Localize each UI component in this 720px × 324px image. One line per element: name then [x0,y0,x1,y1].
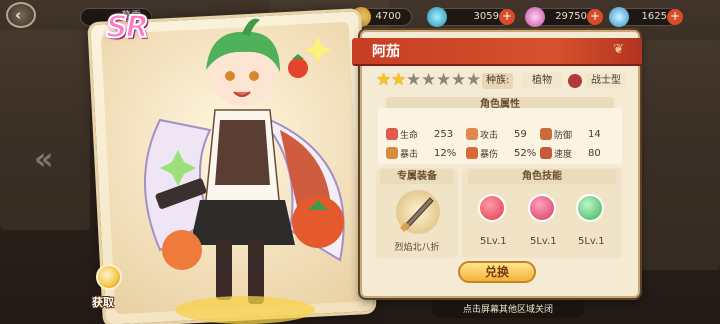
attr-defense: 防御 14 [540,128,620,142]
star-empty-icon: ★ [436,70,452,90]
crystal-icon [609,7,629,27]
star-filled-icon: ★ [376,70,392,90]
resource-value: 3059 [473,11,499,22]
crit-damage-icon [466,147,478,159]
ornament-icon: ❦ [613,42,624,57]
skill-heal-icon[interactable] [576,194,604,222]
star-empty-icon: ★ [421,70,437,90]
add-gem-button[interactable]: + [587,9,603,25]
hero-type: 战士型 [586,73,626,89]
resource-value: 4700 [375,11,401,22]
skill-level: 5Lv.1 [480,236,507,247]
obtain-label: 获取 [92,296,114,309]
back-arrow-icon: ‹ [15,6,22,24]
hero-name: 阿茄 [372,44,400,60]
skill-gift-icon[interactable] [528,194,556,222]
star-empty-icon: ★ [466,70,482,90]
resource-value: 1625 [641,11,667,22]
attr-crit-damage: 暴伤 52% [466,147,546,161]
hero-name-banner: 阿茄 ❦ [352,38,642,64]
star-filled-icon: ★ [391,70,407,90]
sword-icon [466,128,478,140]
skill-slash-icon[interactable] [478,194,506,222]
skill-level: 5Lv.1 [578,236,605,247]
hero-illustration [144,18,345,324]
resource-crystal[interactable]: 1625 + [609,7,683,27]
previous-hero-arrow-icon[interactable]: « [34,142,53,177]
magnifier-icon [96,264,122,290]
gem-icon [525,7,545,27]
race-value: 植物 [522,73,562,89]
race-label: 种族: [482,73,514,89]
star-empty-icon: ★ [406,70,422,90]
resource-ticket[interactable]: 3059 + [427,7,515,27]
crit-icon [386,147,398,159]
skills-title: 角色技能 [468,169,616,184]
star-empty-icon: ★ [451,70,467,90]
attr-speed: 速度 80 [540,147,620,161]
attr-crit: 暴击 12% [386,147,466,161]
close-hint: 点击屏幕其他区域关闭 [432,302,584,318]
attr-attack: 攻击 59 [466,128,546,142]
ticket-icon [427,7,447,27]
rarity-badge: SR [105,9,150,46]
obtain-button[interactable]: 获取 [90,264,126,314]
add-ticket-button[interactable]: + [499,9,515,25]
resource-gem[interactable]: 29750 + [525,7,603,27]
exclusive-weapon-sword-icon[interactable] [396,190,440,234]
equipment-title: 专属装备 [380,169,454,184]
speed-icon [540,147,552,159]
heart-icon [386,128,398,140]
shield-icon [540,128,552,140]
resource-value: 29750 [555,11,587,22]
add-crystal-button[interactable]: + [667,9,683,25]
skill-level: 5Lv.1 [530,236,557,247]
back-button[interactable]: ‹ [6,2,36,28]
warrior-type-icon [568,74,582,88]
swap-button[interactable]: 兑换 [458,261,536,283]
attr-hp: 生命 253 [386,128,466,142]
equipment-name: 烈焰北八折 [394,243,440,253]
